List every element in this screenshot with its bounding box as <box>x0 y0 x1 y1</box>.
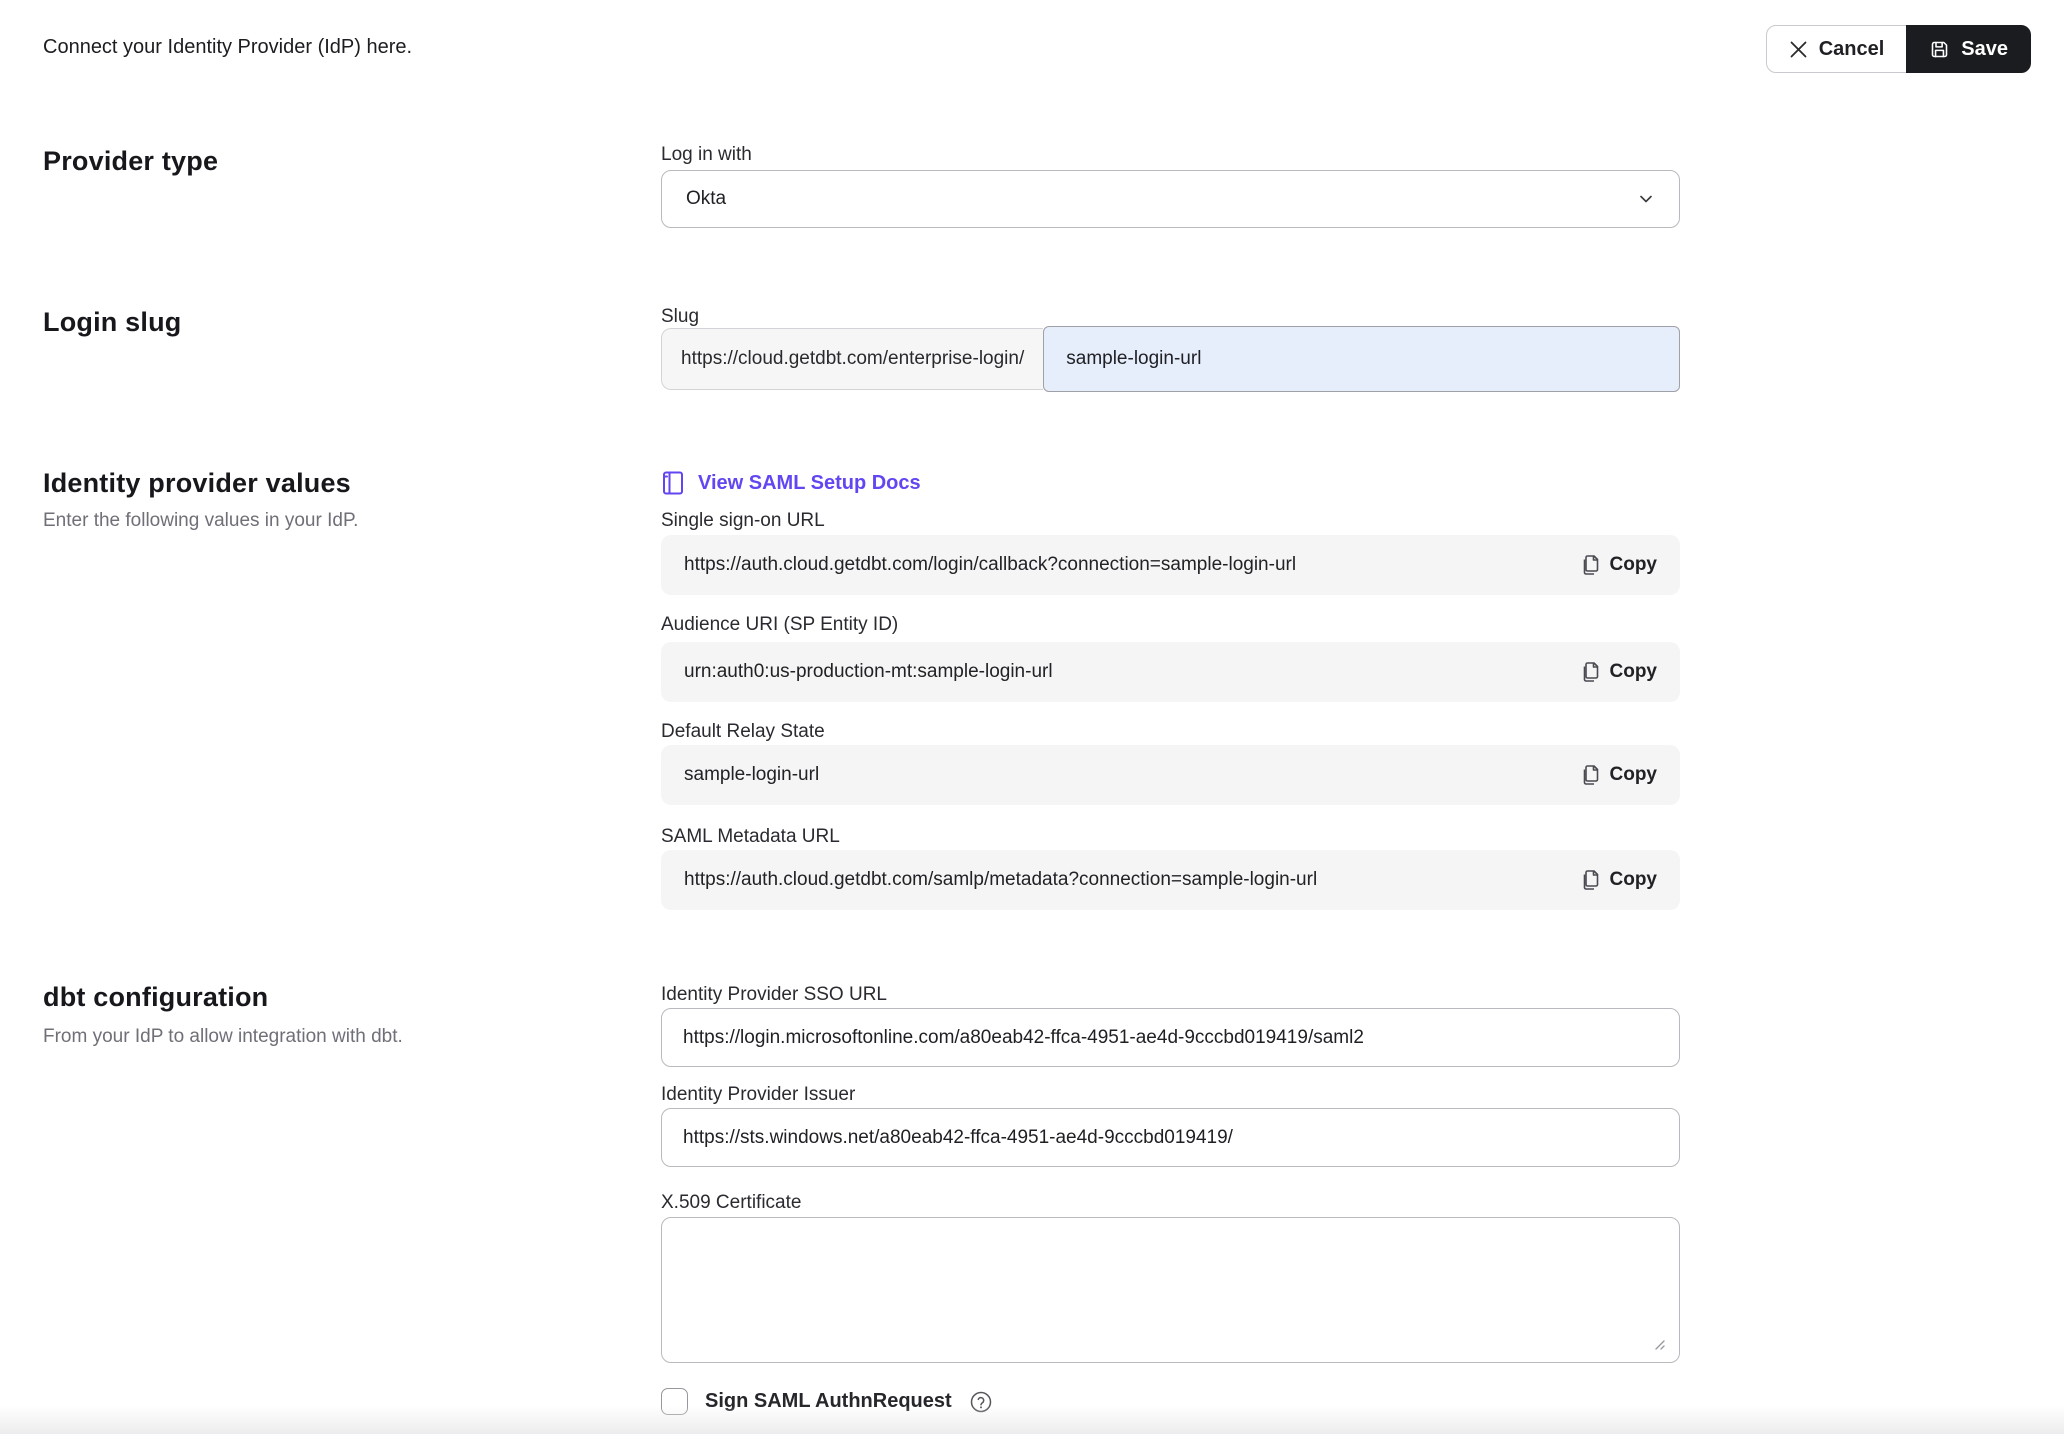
cancel-button-label: Cancel <box>1819 38 1885 61</box>
copy-sso-url-button[interactable]: Copy <box>1580 554 1658 576</box>
audience-uri-label: Audience URI (SP Entity ID) <box>661 614 898 636</box>
save-button-label: Save <box>1961 38 2008 61</box>
relay-state-value: sample-login-url <box>684 764 1580 786</box>
relay-state-label: Default Relay State <box>661 721 825 743</box>
copy-button-label: Copy <box>1610 554 1658 576</box>
book-icon <box>661 470 685 496</box>
idp-values-subheading: Enter the following values in your IdP. <box>43 510 358 532</box>
copy-icon <box>1580 554 1600 576</box>
bottom-scroll-fade <box>0 1406 2064 1434</box>
login-with-select[interactable]: Okta <box>661 170 1680 228</box>
copy-audience-uri-button[interactable]: Copy <box>1580 661 1658 683</box>
saml-metadata-value: https://auth.cloud.getdbt.com/samlp/meta… <box>684 869 1580 891</box>
sso-url-readonly-label: Single sign-on URL <box>661 510 825 532</box>
slug-input[interactable] <box>1043 326 1680 392</box>
x509-cert-textarea[interactable] <box>661 1217 1680 1363</box>
dbt-config-subheading: From your IdP to allow integration with … <box>43 1026 403 1048</box>
copy-button-label: Copy <box>1610 661 1658 683</box>
login-with-label: Log in with <box>661 144 752 166</box>
audience-uri-field: urn:auth0:us-production-mt:sample-login-… <box>661 642 1680 702</box>
copy-relay-state-button[interactable]: Copy <box>1580 764 1658 786</box>
slug-label: Slug <box>661 306 699 328</box>
login-with-selected-value: Okta <box>686 188 726 210</box>
idp-issuer-input[interactable] <box>661 1108 1680 1167</box>
floppy-disk-icon <box>1929 39 1950 60</box>
idp-sso-url-label: Identity Provider SSO URL <box>661 984 887 1006</box>
saml-metadata-field: https://auth.cloud.getdbt.com/samlp/meta… <box>661 850 1680 910</box>
header-actions: Cancel Save <box>1766 25 2031 73</box>
close-icon <box>1789 40 1808 59</box>
sso-settings-page: Connect your Identity Provider (IdP) her… <box>0 0 2064 1434</box>
copy-icon <box>1580 661 1600 683</box>
copy-saml-metadata-button[interactable]: Copy <box>1580 869 1658 891</box>
idp-issuer-label: Identity Provider Issuer <box>661 1084 855 1106</box>
dbt-config-heading: dbt configuration <box>43 982 268 1013</box>
slug-input-group: https://cloud.getdbt.com/enterprise-logi… <box>661 328 1680 390</box>
sign-saml-checkbox[interactable] <box>661 1388 688 1415</box>
login-slug-heading: Login slug <box>43 307 181 338</box>
relay-state-field: sample-login-url Copy <box>661 745 1680 805</box>
saml-setup-docs-link-label: View SAML Setup Docs <box>698 472 921 495</box>
slug-url-prefix: https://cloud.getdbt.com/enterprise-logi… <box>661 328 1043 390</box>
sso-url-readonly-field: https://auth.cloud.getdbt.com/login/call… <box>661 535 1680 595</box>
idp-sso-url-input[interactable] <box>661 1008 1680 1067</box>
sign-saml-row: Sign SAML AuthnRequest <box>661 1388 993 1415</box>
x509-cert-label: X.509 Certificate <box>661 1192 801 1214</box>
cancel-button[interactable]: Cancel <box>1766 25 1908 73</box>
sso-url-readonly-value: https://auth.cloud.getdbt.com/login/call… <box>684 554 1580 576</box>
idp-values-heading: Identity provider values <box>43 468 351 499</box>
saml-metadata-label: SAML Metadata URL <box>661 826 840 848</box>
audience-uri-value: urn:auth0:us-production-mt:sample-login-… <box>684 661 1580 683</box>
save-button[interactable]: Save <box>1906 25 2031 73</box>
copy-button-label: Copy <box>1610 869 1658 891</box>
chevron-down-icon <box>1637 190 1655 208</box>
provider-type-heading: Provider type <box>43 146 218 177</box>
copy-icon <box>1580 764 1600 786</box>
sign-saml-label: Sign SAML AuthnRequest <box>705 1390 952 1413</box>
page-title: Connect your Identity Provider (IdP) her… <box>43 36 412 59</box>
copy-button-label: Copy <box>1610 764 1658 786</box>
copy-icon <box>1580 869 1600 891</box>
saml-setup-docs-link[interactable]: View SAML Setup Docs <box>661 470 921 496</box>
question-circle-icon[interactable] <box>969 1390 993 1414</box>
